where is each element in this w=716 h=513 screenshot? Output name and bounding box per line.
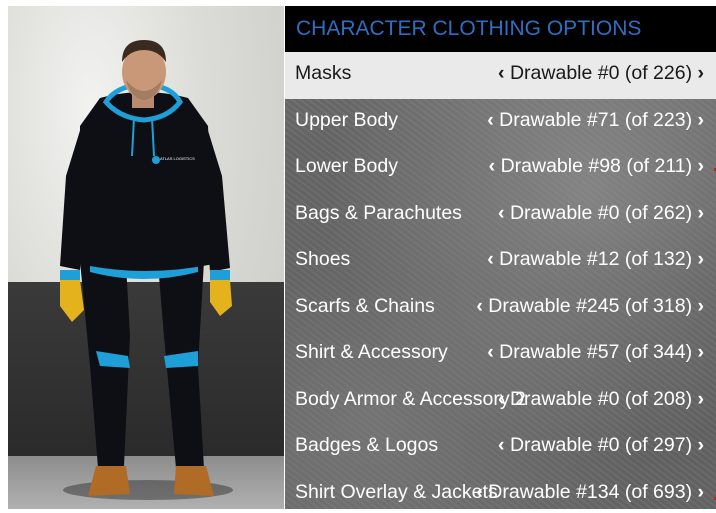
menu-item[interactable]: Shoes ‹ Drawable #12 (of 132) › [285, 238, 716, 285]
menu-item-value-text: Drawable #12 (of 132) [499, 248, 693, 270]
menu-item-value: ‹ Drawable #0 (of 226) › [498, 62, 704, 85]
hoodie-logo-icon [152, 156, 160, 164]
menu-item-value: ‹ Drawable #134 (of 693) › [476, 481, 704, 504]
menu-item[interactable]: Badges & Logos ‹ Drawable #0 (of 297) › [285, 424, 716, 471]
menu-item-label: Shirt & Accessory [295, 341, 448, 363]
menu-item-label: Shoes [295, 248, 351, 270]
chevron-right-icon[interactable]: › [698, 434, 705, 456]
chevron-right-icon[interactable]: › [698, 62, 705, 84]
chevron-right-icon[interactable]: › [698, 248, 705, 270]
menu-item-value: ‹ Drawable #0 (of 262) › [498, 202, 704, 225]
character-model [60, 40, 233, 500]
menu-item-value-text: Drawable #57 (of 344) [499, 341, 693, 363]
menu-item-label: Shirt Overlay & Jackets [295, 480, 498, 503]
menu-item-label: Body Armor & Accessory 2 [295, 387, 526, 410]
menu-item[interactable]: Bags & Parachutes ‹ Drawable #0 (of 262) … [285, 192, 716, 239]
menu-item-value-text: Drawable #98 (of 211) [500, 155, 693, 177]
menu-item-value-text: Drawable #71 (of 223) [499, 108, 693, 131]
character-preview: ATLAS LOGISTICS [8, 6, 284, 509]
menu-item[interactable]: Shirt & Accessory ‹ Drawable #57 (of 344)… [285, 331, 716, 378]
chevron-left-icon[interactable]: ‹ [487, 248, 494, 270]
chevron-right-icon[interactable]: › [698, 295, 705, 317]
chevron-left-icon[interactable]: ‹ [498, 388, 505, 410]
menu-item-label: Bags & Parachutes [295, 201, 462, 224]
menu-item-value-text: Drawable #245 (of 318) [488, 294, 693, 317]
menu-item-value: ‹ Drawable #245 (of 318) › [476, 295, 704, 318]
chevron-left-icon[interactable]: ‹ [487, 341, 494, 363]
right-glove [210, 280, 232, 316]
menu-title: CHARACTER CLOTHING OPTIONS [296, 17, 642, 40]
chevron-right-icon[interactable]: › [698, 341, 705, 363]
menu-item-label: Upper Body [295, 108, 398, 131]
chevron-left-icon[interactable]: ‹ [489, 155, 496, 177]
chevron-left-icon[interactable]: ‹ [498, 202, 505, 224]
hoodie-logo-text: ATLAS LOGISTICS [160, 156, 195, 161]
menu-item-value: ‹ Drawable #57 (of 344) › [487, 341, 704, 364]
menu-item[interactable]: Lower Body ‹ Drawable #98 (of 211) › [285, 145, 716, 192]
menu-item-value-text: Drawable #0 (of 208) [509, 387, 693, 410]
right-boot [174, 466, 214, 496]
menu-item-value: ‹ Drawable #0 (of 208) › [498, 388, 704, 411]
clothing-menu: CHARACTER CLOTHING OPTIONS Masks ‹ Drawab… [285, 6, 716, 509]
chevron-left-icon[interactable]: ‹ [487, 109, 494, 131]
menu-item-value-text: Drawable #134 (of 693) [488, 480, 693, 503]
chevron-right-icon[interactable]: › [698, 155, 705, 177]
menu-item-value: ‹ Drawable #98 (of 211) › [489, 155, 704, 178]
chevron-left-icon[interactable]: ‹ [476, 295, 483, 317]
menu-item[interactable]: Scarfs & Chains ‹ Drawable #245 (of 318) … [285, 285, 716, 332]
menu-item[interactable]: Masks ‹ Drawable #0 (of 226) › [285, 52, 716, 99]
menu-item-label: Masks [295, 62, 352, 84]
menu-item-label: Badges & Logos [295, 434, 439, 456]
menu-item-label: Lower Body [295, 155, 398, 177]
chevron-left-icon[interactable]: ‹ [476, 481, 483, 503]
menu-item[interactable]: Shirt Overlay & Jackets ‹ Drawable #134 (… [285, 471, 716, 510]
menu-item[interactable]: Body Armor & Accessory 2 ‹ Drawable #0 (o… [285, 378, 716, 425]
chevron-left-icon[interactable]: ‹ [498, 62, 505, 84]
left-boot [88, 466, 130, 496]
menu-list: Masks ‹ Drawable #0 (of 226) › Upper Body ‹… [285, 52, 716, 509]
chevron-right-icon[interactable]: › [698, 388, 705, 410]
chevron-left-icon[interactable]: ‹ [498, 434, 505, 456]
menu-item-value: ‹ Drawable #0 (of 297) › [498, 434, 704, 457]
menu-item-value: ‹ Drawable #12 (of 132) › [487, 248, 704, 271]
chevron-right-icon[interactable]: › [698, 202, 705, 224]
chevron-right-icon[interactable]: › [698, 481, 705, 503]
menu-item-value-text: Drawable #0 (of 297) [509, 434, 693, 456]
menu-item-value: ‹ Drawable #71 (of 223) › [487, 109, 704, 132]
menu-header: CHARACTER CLOTHING OPTIONS [285, 6, 716, 52]
menu-item-value-text: Drawable #0 (of 262) [509, 201, 693, 224]
menu-item[interactable]: Upper Body ‹ Drawable #71 (of 223) › [285, 99, 716, 146]
chevron-right-icon[interactable]: › [698, 109, 705, 131]
menu-item-value-text: Drawable #0 (of 226) [509, 62, 693, 84]
left-glove [60, 280, 84, 322]
menu-item-label: Scarfs & Chains [295, 294, 435, 317]
